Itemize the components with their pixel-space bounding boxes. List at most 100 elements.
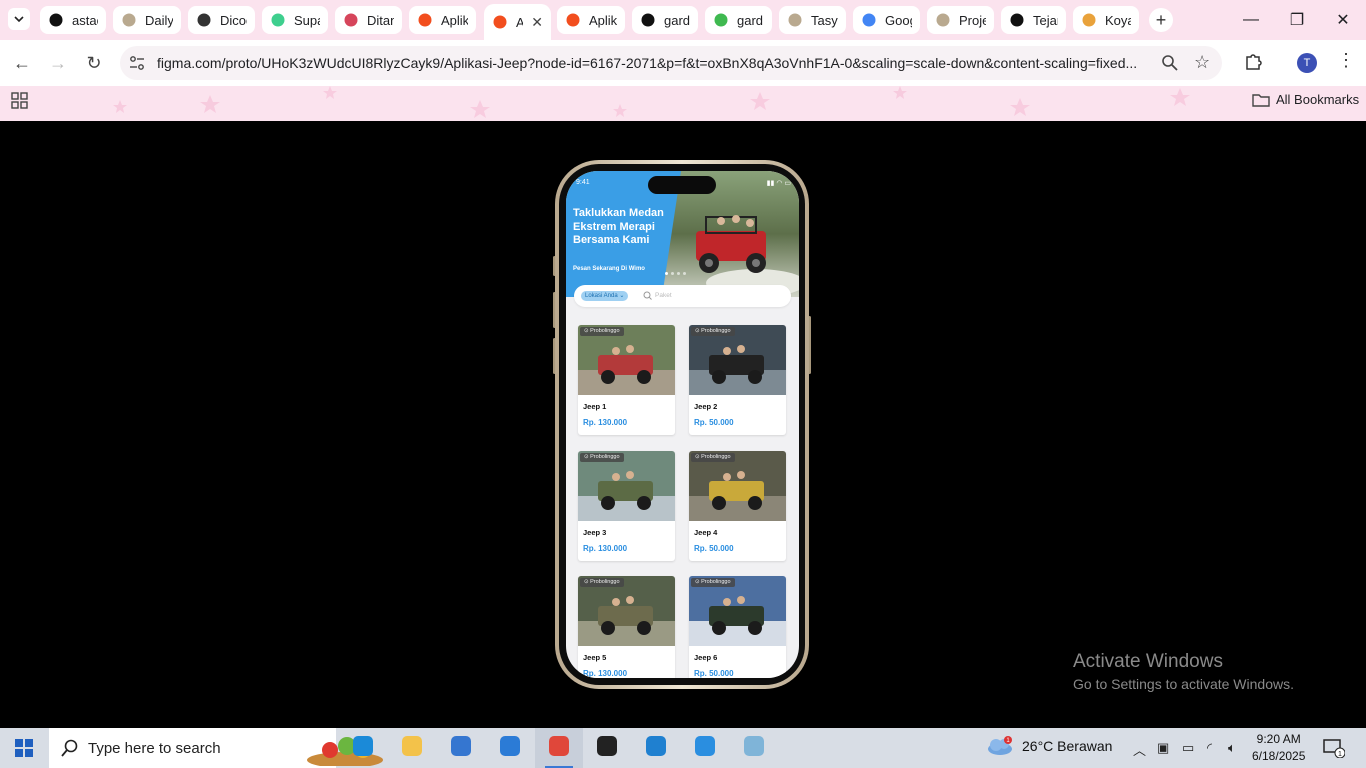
clock-date: 6/18/2025: [1252, 749, 1306, 763]
tab-title: Aplik: [589, 12, 617, 28]
file-explorer-icon: [400, 734, 424, 763]
browser-tab[interactable]: Aplik: [409, 6, 476, 34]
search-bar[interactable]: Lokasi Anda ⌄ Paket: [574, 285, 791, 307]
minimize-button[interactable]: —: [1228, 8, 1274, 32]
browser-tab[interactable]: Ditan: [335, 6, 402, 34]
google-translate-icon: [861, 12, 877, 28]
tab-title: Aplik: [441, 12, 468, 28]
address-bar[interactable]: figma.com/proto/UHoK3zWUdcUI8RlyzCayk9/A…: [120, 46, 1222, 80]
search-icon: [61, 739, 78, 757]
browser-menu-icon[interactable]: ⋮: [1337, 50, 1355, 71]
status-time: 9:41: [576, 179, 590, 186]
taskbar-app[interactable]: [730, 728, 778, 768]
search-input[interactable]: Paket: [655, 292, 672, 299]
taskbar-app[interactable]: [339, 728, 387, 768]
terminal-icon: [595, 734, 619, 763]
taskbar-app[interactable]: [632, 728, 680, 768]
browser-tab[interactable]: Supa: [262, 6, 328, 34]
extensions-puzzle-icon[interactable]: [1243, 50, 1265, 72]
tab-title: A: [516, 14, 524, 30]
taskbar-app[interactable]: [437, 728, 485, 768]
zoom-icon[interactable]: [1161, 54, 1179, 72]
taskbar-search-box[interactable]: Type here to search: [49, 728, 383, 768]
taskbar-search-placeholder[interactable]: Type here to search: [88, 740, 221, 757]
generic-site-icon: [121, 12, 137, 28]
url-text[interactable]: figma.com/proto/UHoK3zWUdcUI8RlyzCayk9/A…: [157, 55, 1147, 71]
bookmark-star-icon[interactable]: ☆: [1194, 52, 1210, 73]
weather-widget[interactable]: 1 26°C Berawan: [986, 736, 1112, 756]
browser-tab[interactable]: Proje: [927, 6, 994, 34]
close-window-button[interactable]: ✕: [1320, 8, 1366, 32]
dicoding-icon: [196, 12, 212, 28]
browser-tab[interactable]: gard: [705, 6, 772, 34]
start-button[interactable]: [0, 728, 48, 768]
folder-icon: [1252, 93, 1270, 107]
hero-banner[interactable]: 9:41 ▮▮ ◠ ▭ Taklukkan Medan Ekstrem Mera…: [566, 171, 799, 297]
jeep-card[interactable]: ⊙ Probolinggo Jeep 4 Rp. 50.000: [689, 451, 786, 561]
clock[interactable]: 9:20 AM 6/18/2025: [1252, 731, 1305, 765]
all-bookmarks-button[interactable]: All Bookmarks: [1252, 92, 1359, 107]
volume-icon[interactable]: 🔈︎: [1228, 740, 1236, 756]
taskbar-app[interactable]: [583, 728, 631, 768]
maximize-button[interactable]: ❐: [1274, 8, 1320, 32]
browser-tab[interactable]: Aplik: [557, 6, 625, 34]
koya-icon: [1081, 12, 1097, 28]
card-location-text: Probolinggo: [590, 328, 620, 334]
reload-button[interactable]: ↻: [82, 51, 106, 75]
card-price: Rp. 130.000: [583, 669, 628, 678]
tab-title: astac: [72, 12, 98, 28]
jeep-card[interactable]: ⊙ Probolinggo Jeep 6 Rp. 50.000: [689, 576, 786, 678]
exclamation-icon: [1009, 12, 1025, 28]
forward-button[interactable]: →: [46, 51, 70, 75]
jeep-card[interactable]: ⊙ Probolinggo Jeep 2 Rp. 50.000: [689, 325, 786, 435]
figma-icon: [492, 14, 508, 30]
taskbar-app[interactable]: [681, 728, 729, 768]
windows-logo-icon: [15, 739, 33, 757]
site-settings-icon[interactable]: [128, 54, 146, 72]
tab-title: Tasya: [811, 12, 838, 28]
jeep-card[interactable]: ⊙ Probolinggo Jeep 1 Rp. 130.000: [578, 325, 675, 435]
store-icon: [449, 734, 473, 763]
hero-cta-link[interactable]: Pesan Sekarang Di Wimo: [573, 266, 645, 272]
jeep-card[interactable]: ⊙ Probolinggo Jeep 3 Rp. 130.000: [578, 451, 675, 561]
browser-tab[interactable]: A ✕: [484, 4, 551, 40]
card-price: Rp. 50.000: [694, 544, 734, 553]
new-tab-button[interactable]: +: [1149, 8, 1173, 32]
show-hidden-icons[interactable]: ︿: [1133, 740, 1146, 759]
taskbar-app[interactable]: [388, 728, 436, 768]
browser-tab[interactable]: Dicoding: [188, 6, 255, 34]
profile-avatar[interactable]: T: [1297, 53, 1317, 73]
generic-site-icon: [935, 12, 951, 28]
card-location-text: Probolinggo: [590, 579, 620, 585]
jeep-card[interactable]: ⊙ Probolinggo Jeep 5 Rp. 130.000: [578, 576, 675, 678]
card-location-text: Probolinggo: [590, 454, 620, 460]
tab-search-button[interactable]: [8, 8, 30, 30]
generic-site-icon: [787, 12, 803, 28]
notification-center-button[interactable]: 1: [1323, 738, 1346, 763]
browser-chrome: astacDailyDicodingSupaDitanAplikA✕Aplikg…: [0, 0, 1366, 121]
apps-grid-icon[interactable]: [11, 92, 28, 109]
supabase-icon: [270, 12, 286, 28]
browser-tab[interactable]: Koya: [1073, 6, 1139, 34]
browser-tab[interactable]: Daily: [113, 6, 181, 34]
battery-icon[interactable]: ▭: [1182, 740, 1194, 756]
taskbar-app[interactable]: [535, 728, 583, 768]
close-tab-icon[interactable]: ✕: [531, 14, 543, 31]
location-dropdown[interactable]: Lokasi Anda ⌄: [581, 291, 629, 301]
browser-tab[interactable]: gard: [632, 6, 698, 34]
wifi-icon[interactable]: ◜: [1207, 740, 1212, 756]
browser-tab[interactable]: Goog: [853, 6, 920, 34]
tab-title: Goog: [885, 12, 912, 28]
taskbar-app[interactable]: [486, 728, 534, 768]
mail-icon: [498, 734, 522, 763]
back-button[interactable]: ←: [10, 51, 34, 75]
carousel-dots[interactable]: [665, 272, 686, 275]
browser-tab[interactable]: astac: [40, 6, 106, 34]
browser-tab[interactable]: Tejar: [1001, 6, 1066, 34]
browser-tab[interactable]: Tasya: [779, 6, 846, 34]
tab-title: Koya: [1105, 12, 1131, 28]
meet-icon[interactable]: ▣: [1157, 740, 1169, 756]
cloud-weather-icon: 1: [988, 736, 1012, 755]
tab-title: gard: [737, 12, 764, 28]
card-location-badge: ⊙ Probolinggo: [691, 327, 735, 336]
